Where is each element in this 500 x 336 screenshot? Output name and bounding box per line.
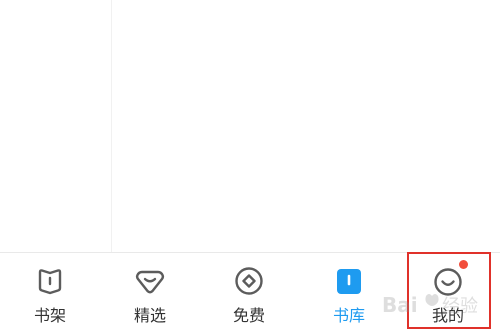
tab-library[interactable]: 书库 bbox=[309, 261, 389, 333]
tab-bookshelf[interactable]: 书架 bbox=[10, 261, 90, 333]
tab-featured[interactable]: 精选 bbox=[110, 261, 190, 333]
bookshelf-icon bbox=[32, 263, 68, 299]
tab-label: 书库 bbox=[332, 306, 365, 325]
tab-mine[interactable]: 我的 bbox=[408, 260, 488, 333]
tab-label: 我的 bbox=[431, 306, 464, 325]
tab-label: 书架 bbox=[33, 306, 66, 325]
tab-free[interactable]: 免费 bbox=[209, 261, 289, 333]
free-icon bbox=[231, 263, 267, 299]
notification-badge-dot bbox=[459, 260, 468, 269]
tab-label: 精选 bbox=[133, 306, 166, 325]
bottom-tab-bar: 书架 精选 免费 书库 我的 bbox=[0, 252, 500, 336]
tab-label: 免费 bbox=[232, 306, 265, 325]
content-divider bbox=[111, 0, 112, 252]
app-screen: 书架 精选 免费 书库 我的 Bai 经验 bbox=[0, 0, 500, 336]
featured-icon bbox=[132, 263, 168, 299]
library-icon bbox=[331, 263, 367, 299]
content-area bbox=[0, 0, 500, 252]
